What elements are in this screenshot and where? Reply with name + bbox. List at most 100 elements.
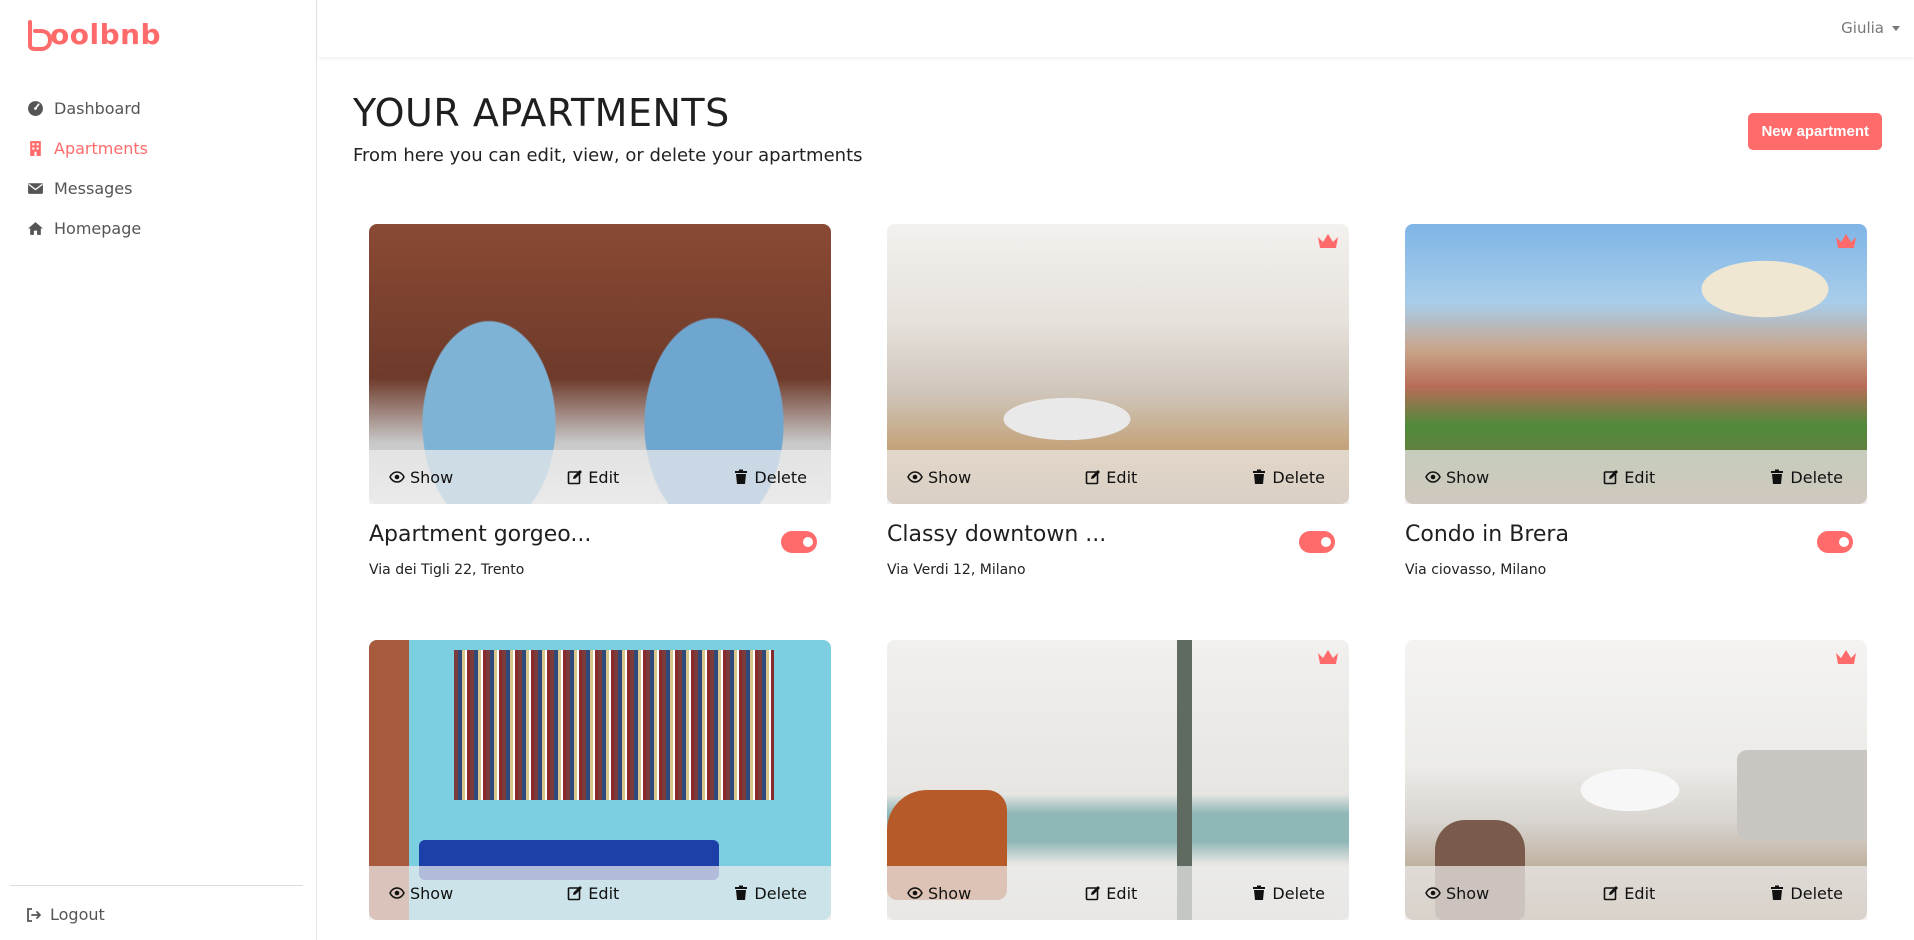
- show-label: Show: [1446, 467, 1490, 487]
- delete-button[interactable]: Delete: [733, 884, 807, 903]
- new-apartment-button[interactable]: New apartment: [1748, 113, 1882, 150]
- edit-icon: [1603, 470, 1619, 485]
- edit-label: Edit: [1624, 467, 1656, 487]
- sidebar-item-messages[interactable]: Messages: [26, 168, 148, 208]
- edit-button[interactable]: Edit: [567, 468, 619, 487]
- edit-button[interactable]: Edit: [1085, 468, 1137, 487]
- crown-icon: [1836, 650, 1856, 664]
- visibility-toggle[interactable]: [1299, 531, 1335, 553]
- topbar: Giulia: [318, 0, 1914, 57]
- sidebar-item-label: Dashboard: [54, 98, 141, 118]
- visibility-toggle[interactable]: [781, 531, 817, 553]
- sidebar-item-apartments[interactable]: Apartments: [26, 128, 148, 168]
- delete-label: Delete: [754, 467, 807, 487]
- delete-button[interactable]: Delete: [1251, 884, 1325, 903]
- show-button[interactable]: Show: [389, 468, 453, 487]
- apartment-address: Via dei Tigli 22, Trento: [369, 562, 525, 578]
- eye-icon: [907, 471, 923, 483]
- page-title: YOUR APARTMENTS: [353, 91, 730, 135]
- user-dropdown[interactable]: Giulia: [1841, 19, 1900, 37]
- main-content: YOUR APARTMENTS From here you can edit, …: [318, 57, 1914, 940]
- card-actions: Show Edit Delete: [887, 450, 1349, 504]
- apartment-card: Show Edit Delete: [887, 640, 1349, 920]
- edit-label: Edit: [588, 883, 620, 903]
- delete-button[interactable]: Delete: [1769, 468, 1843, 487]
- brand-b-icon: [28, 19, 52, 51]
- sidebar-item-homepage[interactable]: Homepage: [26, 208, 148, 248]
- edit-button[interactable]: Edit: [1603, 468, 1655, 487]
- show-button[interactable]: Show: [907, 884, 971, 903]
- crown-icon: [1318, 234, 1338, 248]
- sidebar-item-label: Messages: [54, 178, 133, 198]
- sidebar-item-label: Homepage: [54, 218, 142, 238]
- card-actions: Show Edit Delete: [1405, 866, 1867, 920]
- apartment-card: Show Edit Delete: [369, 640, 831, 920]
- eye-icon: [389, 471, 405, 483]
- toggle-knob: [1321, 537, 1331, 547]
- apartment-title[interactable]: Classy downtown ...: [887, 522, 1106, 547]
- sidebar-item-dashboard[interactable]: Dashboard: [26, 88, 148, 128]
- show-button[interactable]: Show: [1425, 884, 1489, 903]
- delete-button[interactable]: Delete: [1251, 468, 1325, 487]
- sidebar-divider: [10, 885, 303, 886]
- show-label: Show: [928, 883, 972, 903]
- delete-label: Delete: [754, 883, 807, 903]
- edit-button[interactable]: Edit: [567, 884, 619, 903]
- brand-logo[interactable]: oolbnb: [26, 18, 161, 51]
- logout-link[interactable]: Logout: [26, 905, 105, 924]
- show-button[interactable]: Show: [907, 468, 971, 487]
- edit-label: Edit: [588, 467, 620, 487]
- trash-icon: [735, 469, 748, 484]
- home-icon: [26, 219, 44, 237]
- delete-button[interactable]: Delete: [733, 468, 807, 487]
- edit-icon: [567, 886, 583, 901]
- apartment-card: Show Edit Delete Classy downtown ... Via…: [887, 224, 1349, 578]
- building-icon: [26, 139, 44, 157]
- card-actions: Show Edit Delete: [887, 866, 1349, 920]
- card-actions: Show Edit Delete: [369, 450, 831, 504]
- delete-label: Delete: [1790, 467, 1843, 487]
- edit-icon: [1085, 886, 1101, 901]
- edit-button[interactable]: Edit: [1603, 884, 1655, 903]
- delete-button[interactable]: Delete: [1769, 884, 1843, 903]
- apartment-title[interactable]: Apartment gorgeo...: [369, 522, 591, 547]
- sidebar-item-label: Apartments: [54, 138, 148, 158]
- apartment-title[interactable]: Condo in Brera: [1405, 522, 1569, 547]
- edit-icon: [1085, 470, 1101, 485]
- apartment-card: Show Edit Delete Condo in Brera Via ciov…: [1405, 224, 1867, 578]
- edit-icon: [567, 470, 583, 485]
- edit-label: Edit: [1106, 467, 1138, 487]
- page-subtitle: From here you can edit, view, or delete …: [353, 145, 863, 166]
- trash-icon: [735, 885, 748, 900]
- toggle-knob: [1839, 537, 1849, 547]
- trash-icon: [1771, 469, 1784, 484]
- visibility-toggle[interactable]: [1817, 531, 1853, 553]
- eye-icon: [1425, 887, 1441, 899]
- crown-icon: [1836, 234, 1856, 248]
- card-actions: Show Edit Delete: [369, 866, 831, 920]
- crown-icon: [1318, 650, 1338, 664]
- user-name: Giulia: [1841, 19, 1884, 37]
- show-button[interactable]: Show: [389, 884, 453, 903]
- eye-icon: [907, 887, 923, 899]
- show-label: Show: [1446, 883, 1490, 903]
- edit-icon: [1603, 886, 1619, 901]
- apartment-address: Via ciovasso, Milano: [1405, 562, 1547, 578]
- show-label: Show: [410, 883, 454, 903]
- apartment-card: Show Edit Delete Apartment gorgeo... Via…: [369, 224, 831, 578]
- edit-button[interactable]: Edit: [1085, 884, 1137, 903]
- brand-name: oolbnb: [50, 18, 162, 51]
- toggle-knob: [803, 537, 813, 547]
- trash-icon: [1253, 469, 1266, 484]
- envelope-icon: [26, 179, 44, 197]
- delete-label: Delete: [1272, 467, 1325, 487]
- sign-out-icon: [27, 907, 41, 922]
- show-label: Show: [410, 467, 454, 487]
- delete-label: Delete: [1272, 883, 1325, 903]
- sidebar-nav: Dashboard Apartments Messages Homepage: [26, 88, 148, 248]
- show-button[interactable]: Show: [1425, 468, 1489, 487]
- logout-label: Logout: [50, 905, 105, 924]
- card-actions: Show Edit Delete: [1405, 450, 1867, 504]
- edit-label: Edit: [1106, 883, 1138, 903]
- trash-icon: [1253, 885, 1266, 900]
